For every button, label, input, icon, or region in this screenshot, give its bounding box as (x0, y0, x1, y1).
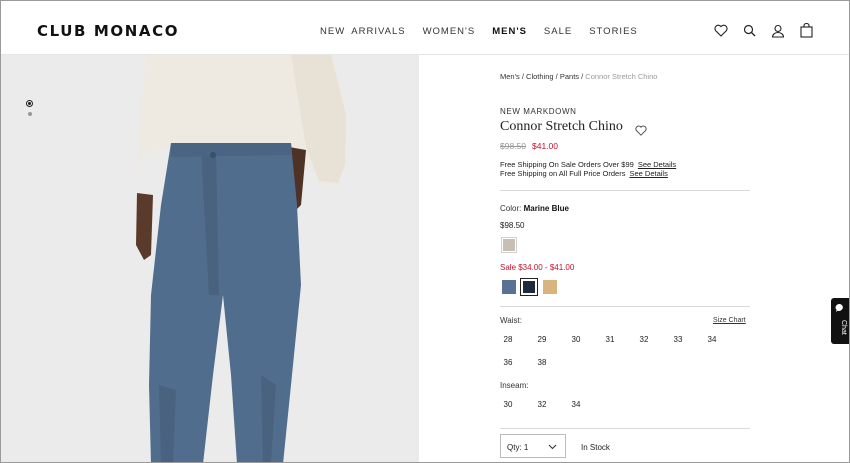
chat-button[interactable]: Chat (831, 298, 849, 344)
chat-bubble-icon (835, 303, 843, 312)
waist-size-option[interactable]: 38 (532, 358, 552, 367)
waist-size-option[interactable]: 28 (498, 335, 518, 344)
club-monaco-logo[interactable]: CLUB MONACO (37, 22, 179, 40)
shipping-full-text: Free Shipping on All Full Price Orders (500, 169, 626, 178)
account-icon[interactable] (771, 24, 785, 38)
waist-label: Waist: (500, 316, 522, 325)
breadcrumb: Men's / Clothing / Pants / Connor Stretc… (500, 72, 657, 81)
price-block: $98.50 $41.00 (500, 141, 558, 151)
original-price: $98.50 (500, 141, 526, 151)
shipping-full-note: Free Shipping on All Full Price Orders Se… (500, 169, 668, 178)
nav-new-arrivals[interactable]: NEW ARRIVALS (320, 26, 406, 37)
selected-color-name: Marine Blue (523, 204, 569, 213)
waist-size-option[interactable]: 30 (566, 335, 586, 344)
breadcrumb-mens[interactable]: Men's (500, 72, 520, 81)
main-nav: NEW ARRIVALS WOMEN'S MEN'S SALE STORIES (320, 26, 638, 37)
quantity-select-label: Qty: 1 (507, 443, 529, 452)
shipping-sale-details-link[interactable]: See Details (638, 160, 676, 169)
waist-size-option[interactable]: 34 (702, 335, 722, 344)
wishlist-heart-icon[interactable] (635, 123, 647, 141)
header-icons (714, 23, 813, 38)
inseam-size-option[interactable]: 32 (532, 400, 552, 409)
breadcrumb-pants[interactable]: Pants (560, 72, 579, 81)
color-label-text: Color: (500, 204, 522, 213)
inseam-size-option[interactable]: 30 (498, 400, 518, 409)
nav-womens[interactable]: WOMEN'S (423, 26, 476, 37)
site-header: CLUB MONACO NEW ARRIVALS WOMEN'S MEN'S S… (1, 1, 849, 55)
search-icon[interactable] (743, 24, 756, 37)
gallery-dot[interactable] (27, 112, 32, 116)
swatch-tan[interactable] (543, 280, 557, 294)
shipping-sale-text: Free Shipping On Sale Orders Over $99 (500, 160, 634, 169)
shipping-full-details-link[interactable]: See Details (629, 169, 667, 178)
divider (500, 428, 750, 429)
breadcrumb-clothing[interactable]: Clothing (526, 72, 554, 81)
chat-label: Chat (840, 320, 847, 335)
gallery-dots (26, 100, 33, 116)
inseam-size-option[interactable]: 34 (566, 400, 586, 409)
product-title: Connor Stretch Chino (500, 119, 623, 134)
bag-icon[interactable] (800, 23, 813, 38)
waist-size-option[interactable]: 31 (600, 335, 620, 344)
swatch-marine-blue-selected[interactable] (520, 278, 538, 296)
waist-size-option[interactable]: 29 (532, 335, 552, 344)
inseam-label: Inseam: (500, 381, 529, 390)
heart-icon[interactable] (714, 24, 728, 37)
product-image[interactable] (1, 55, 419, 462)
markdown-badge: NEW MARKDOWN (500, 107, 577, 116)
sale-price: $41.00 (532, 141, 558, 151)
color-label: Color: Marine Blue (500, 204, 569, 213)
divider (500, 190, 750, 191)
swatch-blue[interactable] (502, 280, 516, 294)
full-price-label: $98.50 (500, 221, 525, 230)
shipping-sale-note: Free Shipping On Sale Orders Over $99 See… (500, 160, 676, 169)
nav-stories[interactable]: STORIES (589, 26, 638, 37)
swatch-khaki[interactable] (501, 237, 517, 253)
breadcrumb-current: Connor Stretch Chino (585, 72, 658, 81)
divider (500, 306, 750, 307)
waist-size-option[interactable]: 33 (668, 335, 688, 344)
model-pants-illustration (1, 55, 419, 462)
waist-size-option[interactable]: 36 (498, 358, 518, 367)
nav-sale[interactable]: SALE (544, 26, 572, 37)
sale-price-range: Sale $34.00 - $41.00 (500, 263, 575, 272)
waist-size-option[interactable]: 32 (634, 335, 654, 344)
quantity-select[interactable]: Qty: 1 (500, 434, 566, 458)
nav-mens[interactable]: MEN'S (492, 26, 527, 37)
chevron-down-icon (548, 444, 557, 450)
gallery-dot-active[interactable] (26, 100, 33, 107)
stock-status: In Stock (581, 443, 610, 452)
size-chart-link[interactable]: Size Chart (713, 317, 746, 324)
page-frame: CLUB MONACO NEW ARRIVALS WOMEN'S MEN'S S… (0, 0, 850, 463)
